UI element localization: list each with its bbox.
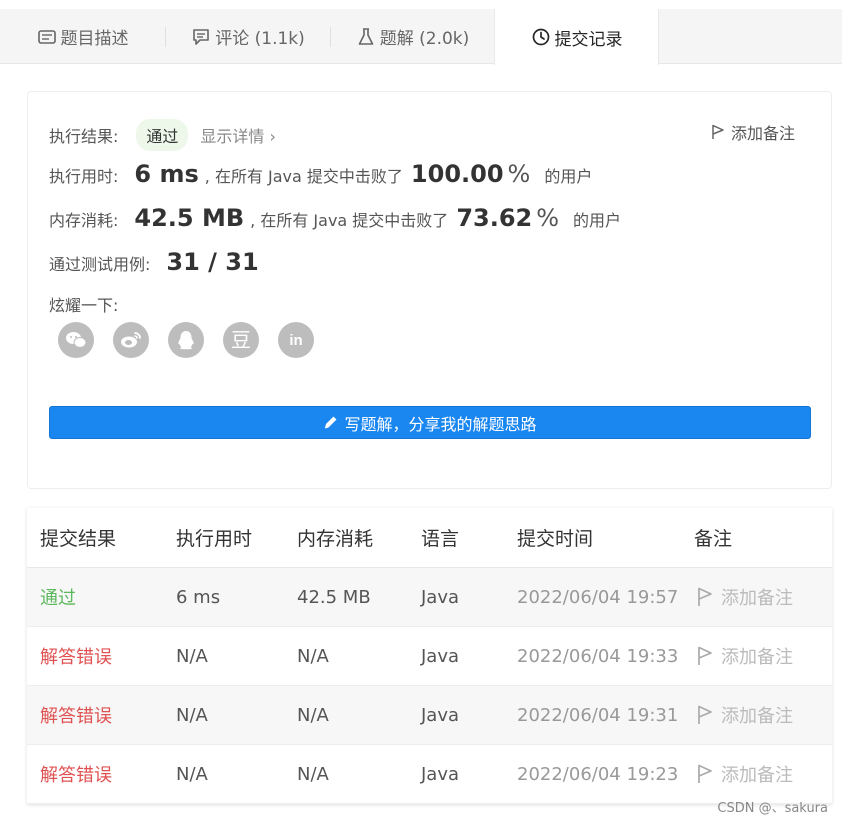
submission-memory: N/A [297,763,329,785]
result-card: 执行结果: 通过 显示详情 › 添加备注 执行用时: 6 ms , 在所有 Ja… [27,91,832,489]
submission-language: Java [421,704,460,726]
tab-solutions[interactable]: 题解 (2.0k) [331,9,494,64]
percent-sign: % [536,204,560,232]
tests-value: 31 / 31 [166,248,259,276]
runtime-label: 执行用时: [49,167,119,186]
tests-row: 通过测试用例: 31 / 31 [49,248,259,276]
add-note-button[interactable]: 添加备注 [697,627,793,685]
tab-description[interactable]: 题目描述 [0,9,165,64]
runtime-percent: 100.00 [410,160,504,188]
submission-time: 2022/06/04 19:23 [517,763,679,785]
flag-icon [698,646,712,665]
clock-icon [531,27,551,47]
runtime-suffix: 的用户 [544,167,593,186]
tab-label: 评论 (1.1k) [215,29,305,49]
submission-status[interactable]: 解答错误 [40,745,112,803]
submission-language: Java [421,763,460,785]
memory-text: , 在所有 Java 提交中击败了 [250,211,449,230]
share-label: 炫耀一下: [49,296,119,315]
submission-time: 2022/06/04 19:33 [517,645,679,667]
submission-time: 2022/06/04 19:31 [517,704,679,726]
submission-status[interactable]: 通过 [40,568,76,626]
description-icon [37,27,57,47]
submission-language: Java [421,586,460,608]
tab-bar: 题目描述 评论 (1.1k) 题解 (2.0k) 提交记录 [0,9,842,65]
memory-value: 42.5 MB [134,204,245,232]
flag-icon [698,705,712,724]
table-row[interactable]: 解答错误 N/A N/A Java 2022/06/04 19:33 添加备注 [27,627,832,686]
tests-label: 通过测试用例: [49,255,151,274]
weibo-icon[interactable] [113,322,149,358]
memory-percent: 73.62 [456,204,533,232]
runtime-value: 6 ms [134,160,199,188]
flag-icon [698,764,712,783]
qq-icon[interactable] [168,322,204,358]
tab-label: 题目描述 [60,29,129,49]
pencil-icon [325,416,337,429]
submission-memory: N/A [297,645,329,667]
tab-label: 题解 (2.0k) [379,29,470,49]
header-note: 备注 [694,528,733,550]
status-label: 执行结果: [49,127,119,146]
comment-icon [191,27,211,47]
add-note-button[interactable]: 添加备注 [697,745,793,803]
table-row[interactable]: 解答错误 N/A N/A Java 2022/06/04 19:23 添加备注 [27,745,832,804]
memory-label: 内存消耗: [49,211,119,230]
submissions-table: 提交结果 执行用时 内存消耗 语言 提交时间 备注 通过 6 ms 42.5 M… [27,508,832,804]
submission-language: Java [421,645,460,667]
add-note-button[interactable]: 添加备注 [711,120,795,144]
share-buttons: 豆 in [58,322,314,358]
tab-comments[interactable]: 评论 (1.1k) [166,9,330,64]
runtime-text: , 在所有 Java 提交中击败了 [204,167,403,186]
flag-icon [712,124,724,139]
submission-memory: N/A [297,704,329,726]
add-note-button[interactable]: 添加备注 [697,568,793,626]
table-header: 提交结果 执行用时 内存消耗 语言 提交时间 备注 [27,508,832,568]
submission-status[interactable]: 解答错误 [40,686,112,744]
wechat-icon[interactable] [58,322,94,358]
douban-icon[interactable]: 豆 [223,322,259,358]
chevron-right-icon: › [269,127,276,146]
share-row-label: 炫耀一下: [49,292,118,316]
header-runtime: 执行用时 [176,528,253,550]
add-note-button[interactable]: 添加备注 [697,686,793,744]
status-badge: 通过 [136,119,189,151]
tab-label: 提交记录 [554,29,623,50]
submission-time: 2022/06/04 19:57 [517,586,679,608]
linkedin-icon[interactable]: in [278,322,314,358]
header-memory: 内存消耗 [297,528,374,550]
memory-suffix: 的用户 [573,211,622,230]
submission-runtime: N/A [176,704,208,726]
submission-runtime: N/A [176,645,208,667]
submission-status[interactable]: 解答错误 [40,627,112,685]
flask-icon [356,27,376,47]
write-solution-button[interactable]: 写题解，分享我的解题思路 [49,406,811,439]
header-time: 提交时间 [517,528,594,550]
flag-icon [698,587,712,606]
tab-submissions[interactable]: 提交记录 [494,9,659,65]
submission-runtime: N/A [176,763,208,785]
submission-runtime: 6 ms [176,586,221,608]
status-row: 执行结果: 通过 显示详情 › [49,119,276,151]
header-language: 语言 [421,528,460,550]
memory-row: 内存消耗: 42.5 MB , 在所有 Java 提交中击败了 73.62% 的… [49,204,621,232]
table-row[interactable]: 解答错误 N/A N/A Java 2022/06/04 19:31 添加备注 [27,686,832,745]
watermark: CSDN @、sakura [717,801,828,816]
percent-sign: % [507,160,531,188]
runtime-row: 执行用时: 6 ms , 在所有 Java 提交中击败了 100.00% 的用户 [49,160,592,188]
show-details-link[interactable]: 显示详情 › [200,123,276,147]
submission-memory: 42.5 MB [297,586,371,608]
table-row[interactable]: 通过 6 ms 42.5 MB Java 2022/06/04 19:57 添加… [27,568,832,627]
header-status: 提交结果 [40,528,117,550]
